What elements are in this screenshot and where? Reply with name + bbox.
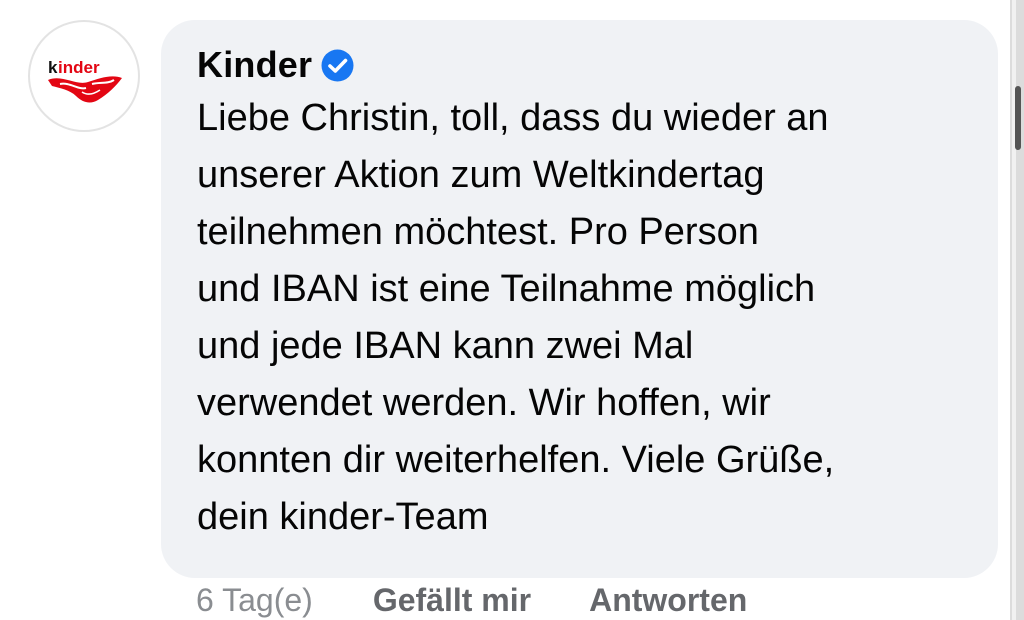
- comment-bubble: Kinder Liebe Christin, toll, dass du wie…: [161, 20, 998, 578]
- facebook-comment-screen: k inder Kinder Liebe Christin, toll, das…: [0, 0, 1024, 620]
- author-name[interactable]: Kinder: [197, 44, 312, 86]
- svg-text:inder: inder: [58, 58, 100, 77]
- comment-timestamp[interactable]: 6 Tag(e): [196, 582, 313, 619]
- kinder-avatar[interactable]: k inder: [28, 20, 140, 132]
- author-row: Kinder: [197, 42, 968, 88]
- like-button[interactable]: Gefällt mir: [373, 582, 531, 619]
- reply-button[interactable]: Antworten: [589, 582, 747, 619]
- svg-text:k: k: [48, 58, 58, 77]
- kinder-logo-icon: k inder: [48, 58, 122, 103]
- comment-actions: 6 Tag(e) Gefällt mir Antworten: [196, 582, 747, 620]
- verified-badge-icon: [321, 49, 354, 82]
- scrollbar-track[interactable]: [1010, 0, 1024, 620]
- comment-text: Liebe Christin, toll, dass du wieder an …: [197, 97, 835, 538]
- scrollbar-thumb[interactable]: [1015, 86, 1021, 150]
